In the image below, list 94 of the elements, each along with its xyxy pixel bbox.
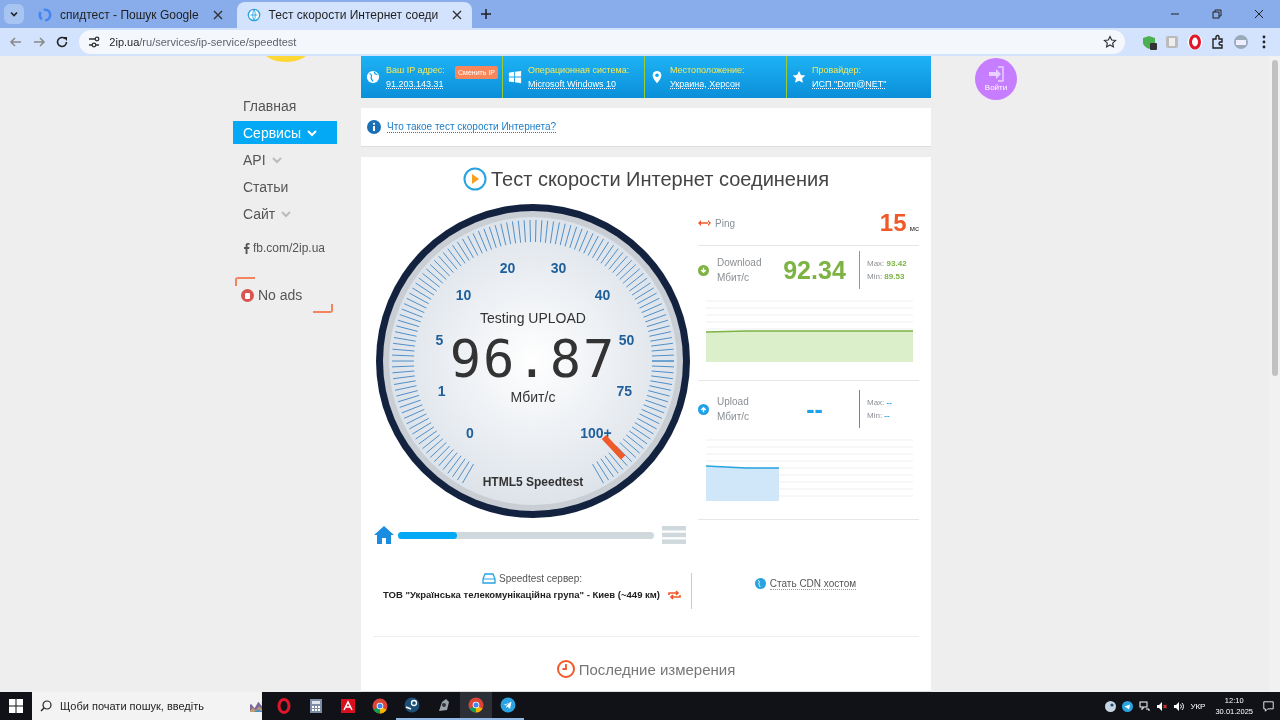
search-icon <box>40 700 52 712</box>
dial-label: 10 <box>455 286 472 303</box>
speedometer-icon <box>462 167 487 191</box>
speed-reading: 96.87 <box>449 329 617 389</box>
dial-label: 100+ <box>580 425 612 442</box>
chevron-down-icon <box>271 154 282 165</box>
chevron-down-icon <box>307 127 317 138</box>
tab-list-button[interactable] <box>4 4 24 24</box>
min-value: Min: 89.53 <box>867 272 906 281</box>
server-label: Speedtest сервер: <box>498 573 582 584</box>
muted-speaker-icon[interactable] <box>1156 700 1168 712</box>
close-icon[interactable] <box>212 10 223 20</box>
download-speed: 92.34 <box>782 255 847 285</box>
map-pin-icon <box>650 70 664 84</box>
globe-icon <box>754 578 766 589</box>
nav-item[interactable]: Сайт <box>233 202 337 225</box>
url-text: 2ip.ua/ru/services/ip-service/speedtest <box>109 36 298 48</box>
engine-label: HTML5 Speedtest <box>482 475 584 489</box>
unit-label: Мбит/с <box>717 272 750 283</box>
ping-value: 15 <box>879 209 907 237</box>
close-icon <box>1254 9 1264 19</box>
windows-icon <box>508 70 522 84</box>
max-value: Max: 93.42 <box>867 259 907 268</box>
windows-icon <box>9 699 23 713</box>
home-icon <box>373 525 395 545</box>
speedtest-title: Тест скорости Интернет соединения <box>490 167 830 191</box>
sign-in-icon <box>988 66 1004 82</box>
speed-test-info-link[interactable]: Что такое тест скорости Интернета? <box>387 121 557 133</box>
info-label: Операционная система: <box>528 65 630 75</box>
dial-label: 0 <box>466 425 474 442</box>
telegram-icon[interactable] <box>1122 700 1134 712</box>
swap-icon[interactable] <box>668 589 681 600</box>
download-icon <box>698 264 709 276</box>
facebook-link[interactable]: fb.com/2ip.ua <box>253 241 326 255</box>
bookmark-star-icon[interactable] <box>1103 35 1118 49</box>
reload-icon <box>54 35 69 49</box>
chrome-icon[interactable] <box>460 692 492 720</box>
no-ads-icon <box>241 288 254 302</box>
server-stack-icon <box>661 525 687 545</box>
info-icon <box>367 120 381 134</box>
dial-label: 30 <box>550 260 567 277</box>
no-ads-label[interactable]: No ads <box>258 287 303 303</box>
min-value: Min: -- <box>867 411 891 420</box>
site-settings-icon[interactable] <box>87 35 102 49</box>
dial-label: 5 <box>435 331 444 348</box>
recent-title: Последние измерения <box>578 660 736 678</box>
dial-label: 20 <box>499 260 516 277</box>
test-status: Testing UPLOAD <box>480 310 586 326</box>
close-icon[interactable] <box>452 10 463 20</box>
network-icon[interactable] <box>1139 700 1151 712</box>
forward-arrow-icon <box>31 35 46 49</box>
globe-icon <box>366 70 380 84</box>
browser-tab[interactable]: спидтест - Пошук Google <box>28 2 233 28</box>
upload-icon <box>698 403 709 415</box>
download-label: Download <box>717 257 763 268</box>
nav-item[interactable]: Статьи <box>233 175 337 198</box>
cdn-host-link[interactable]: Стать CDN хостом <box>769 578 857 590</box>
ping-label: Ping <box>715 217 735 229</box>
speed-unit: Мбит/с <box>510 389 556 405</box>
speaker-icon[interactable] <box>1173 700 1185 712</box>
clock-icon <box>556 660 575 678</box>
dial-label: 1 <box>437 382 446 399</box>
info-label: Провайдер: <box>812 65 862 75</box>
notifications-icon[interactable] <box>1263 700 1274 712</box>
ping-icon <box>698 220 711 226</box>
language-indicator[interactable]: УКР <box>1190 701 1206 711</box>
dial-label: 50 <box>618 331 635 348</box>
server-name: ТОВ "Українська телекомунікаційна група" - Киев (~449 км) <box>383 589 660 600</box>
chevron-down-icon <box>9 9 19 19</box>
plus-icon <box>480 8 493 20</box>
star-icon <box>792 70 806 84</box>
upload-speed: -- <box>805 394 824 424</box>
info-label: Ваш IP адрес: <box>386 65 445 75</box>
globe-icon <box>246 8 261 22</box>
ping-unit: мс <box>909 223 919 233</box>
restore-icon <box>1212 9 1222 19</box>
steam-icon[interactable] <box>1105 700 1117 712</box>
max-value: Max: -- <box>867 398 892 407</box>
taskbar-search-field[interactable]: Щоби почати пошук, введіть <box>32 692 262 720</box>
upload-label: Upload <box>717 396 750 407</box>
nav-item[interactable]: API <box>233 148 337 171</box>
browser-tab[interactable]: Тест скорости Интернет соеди <box>236 2 473 28</box>
bracket-mark <box>313 304 333 313</box>
hard-drive-icon <box>481 573 496 584</box>
back-arrow-icon <box>8 35 23 49</box>
nav-item[interactable]: Главная <box>233 94 337 117</box>
info-label: Местоположение: <box>670 65 745 75</box>
dial-label: 40 <box>594 286 611 303</box>
address-bar[interactable]: 2ip.ua/ru/services/ip-service/speedtest <box>79 30 1126 54</box>
unit-label: Мбит/с <box>717 411 750 422</box>
bracket-mark <box>235 277 255 286</box>
dial-label: 75 <box>616 382 633 399</box>
facebook-icon <box>243 242 250 254</box>
chevron-down-icon <box>281 208 292 219</box>
